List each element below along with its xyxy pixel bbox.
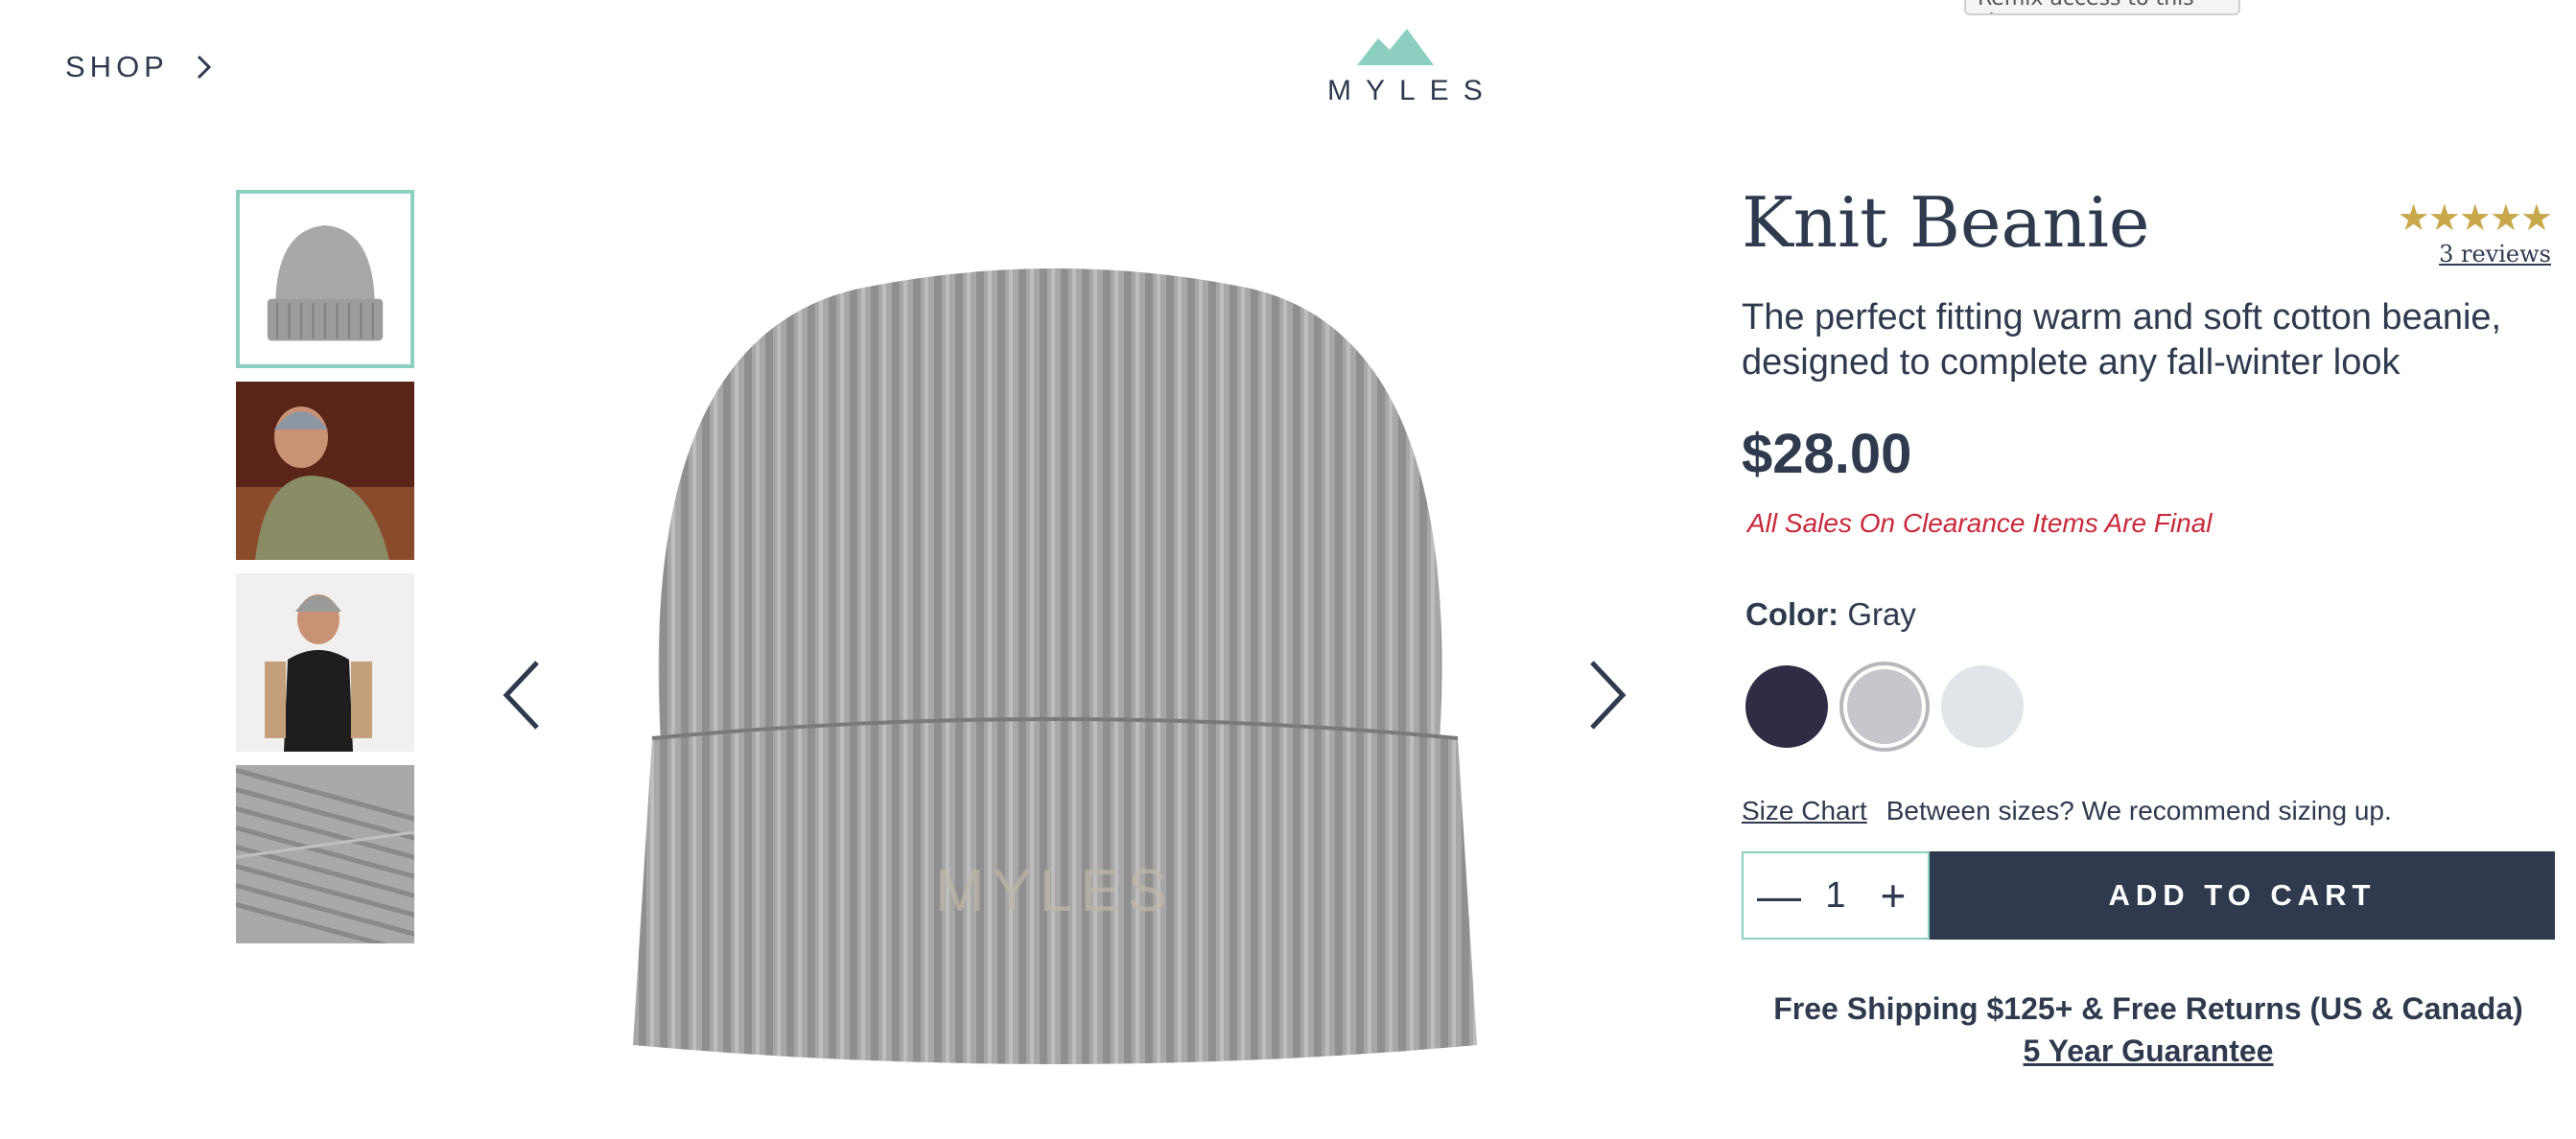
beanie-embroidery-text: MYLES <box>935 858 1175 924</box>
shop-menu[interactable]: SHOP <box>65 50 213 84</box>
swatch-light-blue[interactable] <box>1941 665 2024 748</box>
thumbnail-list <box>236 190 414 957</box>
size-info: Size Chart Between sizes? We recommend s… <box>1742 796 2392 826</box>
size-recommendation: Between sizes? We recommend sizing up. <box>1885 796 2392 825</box>
shipping-info: Free Shipping $125+ & Free Returns (US &… <box>1742 988 2555 1072</box>
star-rating-icon: ★★★★★ <box>2397 197 2553 239</box>
mountain-logo-icon <box>1357 29 1434 65</box>
size-chart-link[interactable]: Size Chart <box>1742 796 1867 826</box>
color-selection-label: Color: Gray <box>1745 596 1916 633</box>
quantity-minus-button[interactable]: — <box>1757 870 1801 921</box>
thumbnail-2[interactable] <box>236 382 414 560</box>
thumbnail-4[interactable] <box>236 765 414 943</box>
guarantee-link[interactable]: 5 Year Guarantee <box>1742 1030 2555 1072</box>
thumbnail-1[interactable] <box>236 190 414 368</box>
thumbnail-3[interactable] <box>236 573 414 752</box>
swatch-gray[interactable] <box>1843 665 1926 748</box>
beanie-thumb-image <box>246 199 405 359</box>
quantity-stepper: — 1 + <box>1742 851 1930 940</box>
product-description: The perfect fitting warm and soft cotton… <box>1742 297 2502 383</box>
main-product-image: MYLES <box>575 182 1534 1103</box>
color-value: Gray <box>1847 596 1916 632</box>
logo-text: MYLES <box>1327 75 1497 106</box>
browser-tooltip: Remix access to this site <box>1964 0 2240 15</box>
clearance-notice: All Sales On Clearance Items Are Final <box>1747 508 2213 538</box>
swatch-navy[interactable] <box>1745 665 1828 748</box>
product-title: Knit Beanie <box>1742 182 2150 263</box>
quantity-value[interactable]: 1 <box>1825 875 1845 917</box>
model-vest-thumb-image <box>236 573 414 752</box>
shipping-line: Free Shipping $125+ & Free Returns (US &… <box>1773 991 2523 1026</box>
rating-block[interactable]: ★★★★★ 3 reviews <box>2388 197 2553 267</box>
brand-logo[interactable]: MYLES <box>1314 29 1497 107</box>
add-to-cart-button[interactable]: ADD TO CART <box>1930 851 2555 940</box>
knit-closeup-thumb-image <box>236 765 414 943</box>
reviews-link[interactable]: 3 reviews <box>2388 241 2551 267</box>
product-price: $28.00 <box>1742 423 1912 485</box>
knit-beanie-image: MYLES <box>633 268 1477 1064</box>
quantity-plus-button[interactable]: + <box>1872 870 1914 921</box>
next-image-arrow-icon[interactable] <box>1582 657 1630 733</box>
model-outdoor-thumb-image <box>236 382 414 560</box>
shop-label: SHOP <box>65 50 169 83</box>
chevron-right-icon <box>197 55 211 80</box>
color-swatches <box>1745 665 2024 748</box>
previous-image-arrow-icon[interactable] <box>499 657 547 733</box>
color-label: Color: <box>1745 596 1839 632</box>
